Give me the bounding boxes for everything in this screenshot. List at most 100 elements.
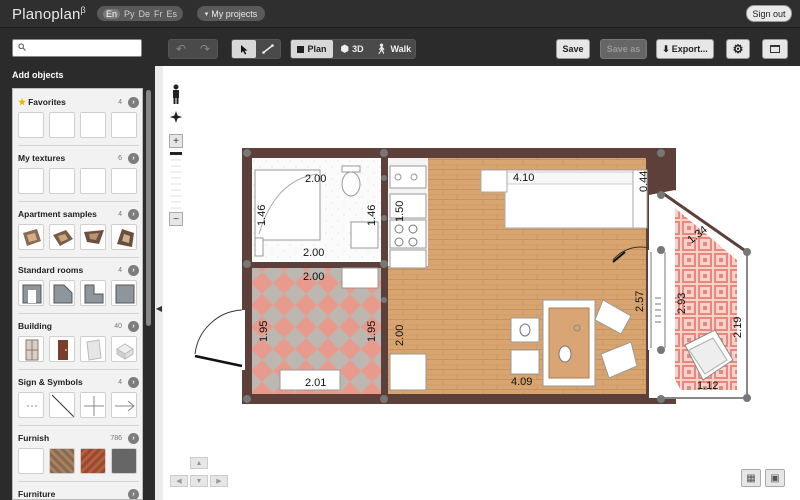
apartment-sample-thumb[interactable] [111,224,137,250]
image-icon: ▣ [770,472,780,484]
zoom-slider[interactable] [170,152,182,212]
walk-view-button[interactable]: 🚶︎ Walk [371,40,415,58]
category-header[interactable]: Building 40 › [18,319,139,333]
room-shape-thumb[interactable] [49,280,75,306]
window-icon [770,45,780,53]
search-input[interactable] [12,39,142,57]
sign-out-button[interactable]: Sign out [746,5,792,22]
plan-icon [297,45,305,53]
zoom-in-button[interactable]: + [169,134,183,148]
history-group: ↶ ↷ [168,39,218,59]
empty-slot[interactable] [49,168,75,194]
empty-slot[interactable] [49,112,75,138]
lang-en[interactable]: En [103,8,121,19]
my-projects-button[interactable]: ▾ My projects [197,6,265,21]
dim-label: 1.12 [697,380,718,392]
lang-de[interactable]: De [139,9,151,19]
cursor-icon[interactable] [232,40,256,58]
person-icon[interactable] [169,84,183,106]
lang-fr[interactable]: Fr [154,9,163,19]
dim-label: 4.10 [513,172,534,184]
category-header[interactable]: ★ Favorites 4 › [18,95,139,109]
redo-icon[interactable]: ↷ [193,40,217,58]
chevron-right-icon[interactable]: › [128,432,139,444]
category-furniture: Furniture › [18,487,139,499]
pan-right-button[interactable]: ▶ [210,475,228,487]
category-header[interactable]: Standard rooms 4 › [18,263,139,277]
empty-slot[interactable] [18,168,44,194]
dim-label: 2.00 [303,271,324,283]
pan-left-button[interactable]: ◀ [170,475,188,487]
apartment-sample-thumb[interactable] [49,224,75,250]
sidebar-scrollbar[interactable] [146,90,151,326]
collapse-sidebar-button[interactable]: ◀ [155,298,163,318]
download-icon: ⬇ [662,43,670,54]
cross-symbol-thumb[interactable] [80,392,106,418]
save-as-button[interactable]: Save as [600,39,647,59]
diagonal-line-thumb[interactable] [49,392,75,418]
chevron-right-icon[interactable]: › [128,488,139,499]
window-thumb[interactable] [18,336,44,362]
grid-toggle-button[interactable]: ▦ [741,469,761,487]
language-switcher: En Ру De Fr Es [97,6,184,21]
undo-icon[interactable]: ↶ [169,40,193,58]
panel-thumb[interactable] [80,336,106,362]
texture-thumb[interactable] [49,448,75,474]
chevron-right-icon[interactable]: › [128,264,139,276]
texture-thumb[interactable] [80,448,106,474]
pan-down-button[interactable]: ▼ [190,475,208,487]
floor-plan[interactable]: 2.00 1.46 1.46 2.00 2.00 1.95 1.95 2.01 … [185,140,765,420]
empty-slot[interactable] [111,112,137,138]
chevron-right-icon[interactable]: › [128,320,139,332]
texture-thumb[interactable] [18,448,44,474]
app-logo[interactable]: Planoplanβ [12,5,86,23]
arrow-symbol-thumb[interactable] [111,392,137,418]
divider [18,425,139,426]
zoom-out-button[interactable]: − [169,212,183,226]
chevron-right-icon[interactable]: › [128,208,139,220]
apartment-sample-thumb[interactable] [18,224,44,250]
category-header[interactable]: Apartment samples 4 › [18,207,139,221]
3d-view-button[interactable]: ⬢ 3D [333,40,371,58]
category-header[interactable]: My textures 6 › [18,151,139,165]
category-header[interactable]: Furnish 786 › [18,431,139,445]
gear-icon: ⚙ [732,42,744,56]
dash-symbol-thumb[interactable] [18,392,44,418]
view-mode-group: Plan ⬢ 3D 🚶︎ Walk [290,39,416,59]
settings-button[interactable]: ⚙ [726,39,750,59]
empty-slot[interactable] [111,168,137,194]
screenshot-button[interactable]: ▣ [765,469,785,487]
save-button[interactable]: Save [556,39,590,59]
room-shape-thumb[interactable] [80,280,106,306]
objects-panel: ★ Favorites 4 › My textures 6 › Apartmen… [12,88,143,500]
search-icon [18,42,26,54]
fullscreen-button[interactable] [762,39,788,59]
export-button[interactable]: ⬇ Export... [656,39,714,59]
dim-label: 2.19 [732,317,744,338]
compass-icon[interactable] [169,110,183,124]
lang-es[interactable]: Es [167,9,178,19]
chevron-right-icon[interactable]: › [128,96,139,108]
interior-wall [381,158,388,394]
apartment-sample-thumb[interactable] [80,224,106,250]
dim-label: 1.46 [256,205,268,226]
block-thumb[interactable] [111,336,137,362]
wall-tool-icon[interactable] [256,40,280,58]
empty-slot[interactable] [18,112,44,138]
divider [18,201,139,202]
room-shape-thumb[interactable] [18,280,44,306]
empty-slot[interactable] [80,112,106,138]
toolbar: ↶ ↷ Plan ⬢ 3D 🚶︎ Walk Save Save as ⬇ Exp… [0,28,800,66]
pan-up-button[interactable]: ▲ [190,457,208,469]
door-thumb[interactable] [49,336,75,362]
category-header[interactable]: Sign & Symbols 4 › [18,375,139,389]
category-header[interactable]: Furniture › [18,487,139,499]
lang-ru[interactable]: Ру [124,9,135,19]
chevron-right-icon[interactable]: › [128,152,139,164]
room-shape-thumb[interactable] [111,280,137,306]
tool-group [231,39,281,59]
texture-thumb[interactable] [111,448,137,474]
empty-slot[interactable] [80,168,106,194]
chevron-right-icon[interactable]: › [128,376,139,388]
plan-view-button[interactable]: Plan [291,40,333,58]
